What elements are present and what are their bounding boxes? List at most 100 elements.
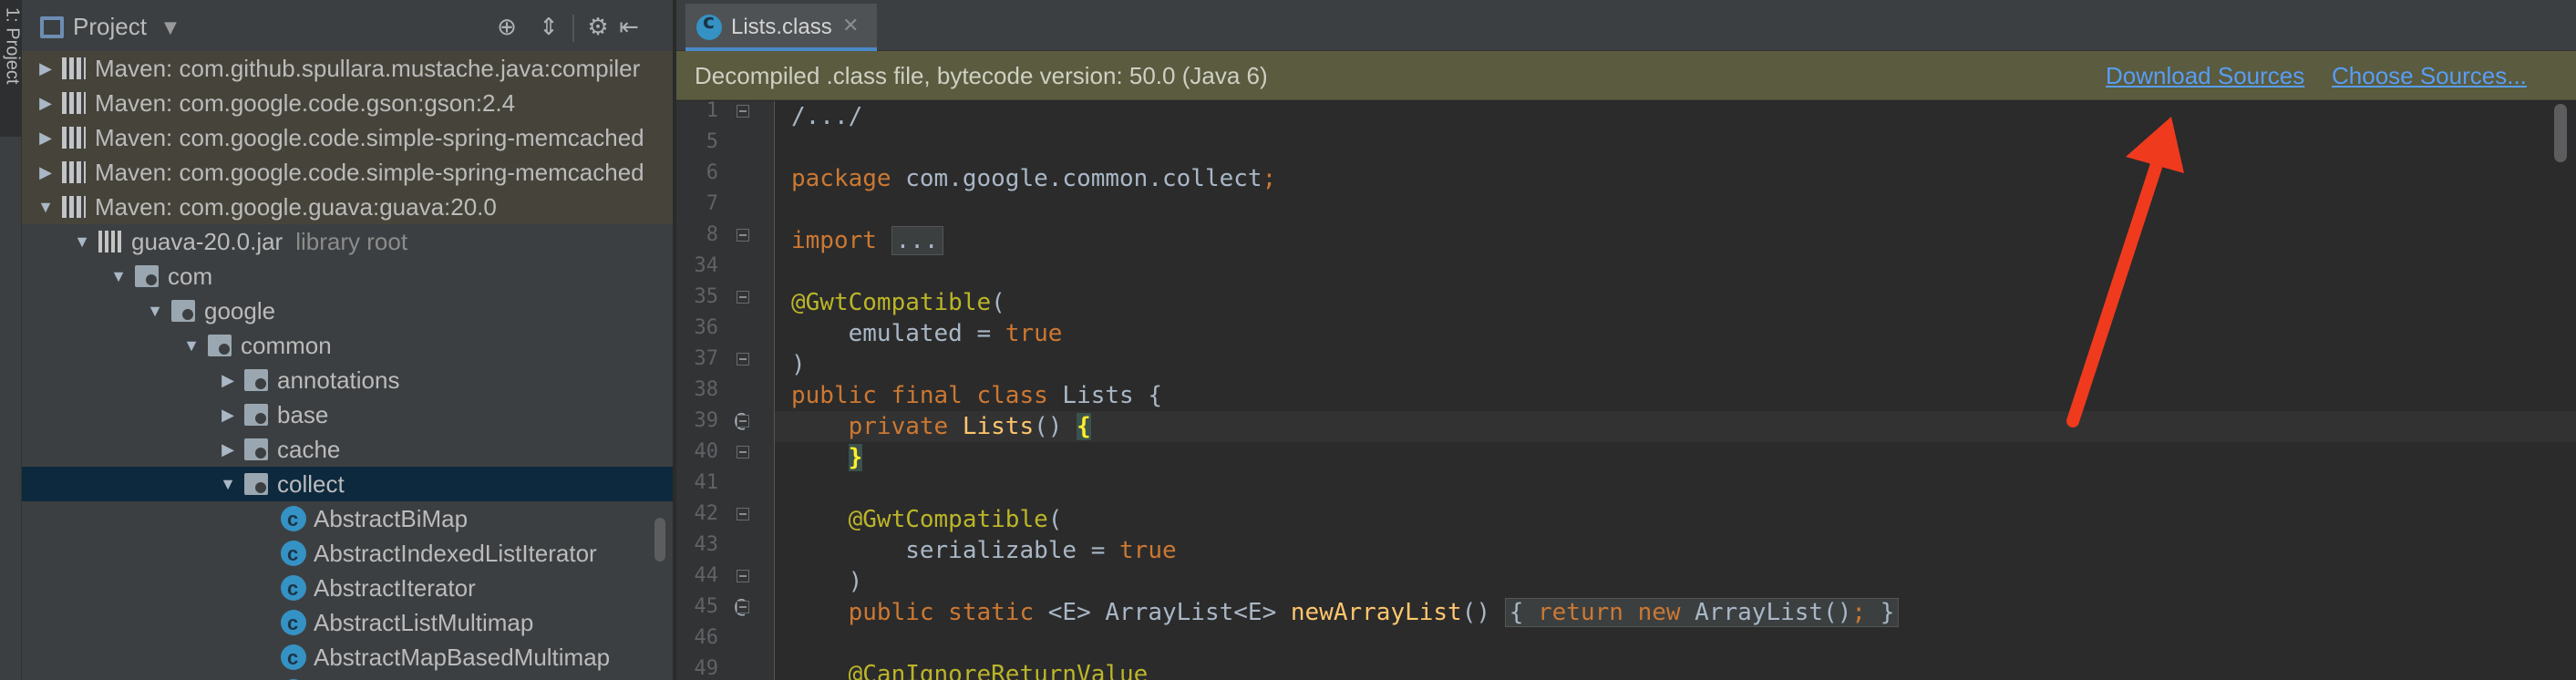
- header-divider: [572, 15, 574, 42]
- project-folder-icon: [40, 16, 64, 38]
- library-icon: [98, 231, 122, 252]
- tree-item-library[interactable]: ▶ Maven: com.google.code.simple-spring-me…: [22, 120, 673, 155]
- gear-icon[interactable]: ⚙: [583, 13, 613, 42]
- tree-item-label: cache: [277, 436, 341, 463]
- line-number: 38: [694, 378, 719, 401]
- fold-toggle-icon[interactable]: [737, 105, 749, 118]
- editor-tab-bar: Lists.class ✕: [676, 0, 2576, 51]
- fold-toggle-icon[interactable]: [737, 446, 749, 458]
- tree-item-label: google: [204, 297, 276, 325]
- code-view[interactable]: /.../ package com.google.common.collect;…: [775, 101, 2576, 680]
- line-number: 40: [694, 440, 719, 463]
- collapse-arrow-icon[interactable]: ▶: [219, 363, 237, 397]
- tree-item-label: Maven: com.google.code.simple-spring-mem…: [95, 159, 644, 186]
- collapse-arrow-icon[interactable]: ▶: [219, 397, 237, 432]
- tree-item-package[interactable]: ▶ cache: [22, 432, 673, 467]
- line-number: 7: [706, 192, 718, 215]
- download-sources-link[interactable]: Download Sources: [2106, 62, 2304, 90]
- collapse-arrow-icon[interactable]: ▶: [36, 51, 55, 86]
- fold-toggle-icon[interactable]: [737, 601, 749, 613]
- tree-item-class[interactable]: AbstractBiMap: [22, 501, 673, 537]
- tree-item-label: AbstractMapBasedMultimap: [314, 644, 611, 671]
- expand-arrow-icon[interactable]: ▼: [182, 328, 201, 363]
- library-icon: [62, 161, 86, 183]
- tree-item-library[interactable]: ▼ guava-20.0.jar library root: [22, 224, 673, 259]
- line-number: 1: [706, 99, 718, 122]
- expand-arrow-icon[interactable]: ▼: [146, 294, 164, 328]
- tree-item-package[interactable]: ▶ base: [22, 397, 673, 432]
- collapse-arrow-icon[interactable]: ▶: [36, 86, 55, 120]
- fold-toggle-icon[interactable]: [737, 229, 749, 242]
- close-icon[interactable]: ✕: [842, 15, 859, 37]
- tree-item-class[interactable]: AbstractIterator: [22, 571, 673, 606]
- library-icon: [62, 57, 86, 79]
- code-line: @GwtCompatible(: [791, 506, 1063, 533]
- tree-item-package[interactable]: ▼ com: [22, 259, 673, 294]
- tab-lists-class[interactable]: Lists.class ✕: [685, 4, 877, 51]
- package-icon: [244, 404, 268, 426]
- expand-arrow-icon[interactable]: ▼: [36, 190, 55, 224]
- fold-toggle-icon[interactable]: [737, 508, 749, 520]
- choose-sources-link[interactable]: Choose Sources...: [2332, 62, 2527, 90]
- tree-item-package[interactable]: ▼ collect: [22, 467, 673, 501]
- project-panel-title[interactable]: Project: [73, 13, 147, 41]
- tree-item-label: Maven: com.google.code.gson:gson:2.4: [95, 89, 516, 117]
- library-root-hint: library root: [295, 228, 408, 255]
- tree-item-label: com: [168, 263, 213, 290]
- fold-toggle-icon[interactable]: [737, 415, 749, 428]
- editor-scrollbar[interactable]: [2554, 104, 2567, 162]
- class-file-icon: [696, 11, 722, 40]
- chevron-down-icon[interactable]: ▼: [164, 18, 177, 37]
- tree-item-library[interactable]: ▶ Maven: com.github.spullara.mustache.jav…: [22, 51, 673, 86]
- library-icon: [62, 127, 86, 149]
- locate-target-icon[interactable]: ⊕: [492, 13, 521, 42]
- folded-imports[interactable]: ...: [891, 226, 943, 255]
- line-number: 41: [694, 471, 719, 494]
- tree-item-library[interactable]: ▶ Maven: com.google.code.gson:gson:2.4: [22, 86, 673, 120]
- tree-item-library[interactable]: ▼ Maven: com.google.guava:guava:20.0: [22, 190, 673, 224]
- tree-item-package[interactable]: ▶ annotations: [22, 363, 673, 397]
- code-line: import ...: [791, 225, 943, 256]
- expand-arrow-icon[interactable]: ▼: [73, 224, 91, 259]
- library-icon: [62, 92, 86, 114]
- fold-toggle-icon[interactable]: [737, 291, 749, 304]
- code-line: public final class Lists {: [791, 382, 1162, 409]
- code-line: package com.google.common.collect;: [791, 165, 1277, 192]
- project-tool-tab-label: 1: Project: [2, 7, 23, 85]
- tree-item-label: AbstractBiMap: [314, 505, 469, 532]
- fold-toggle-icon[interactable]: [737, 353, 749, 366]
- code-line: ): [791, 568, 863, 595]
- expand-arrow-icon[interactable]: ▼: [109, 259, 128, 294]
- collapse-arrow-icon[interactable]: ▶: [36, 120, 55, 155]
- library-icon: [62, 196, 86, 218]
- collapse-arrow-icon[interactable]: ▶: [36, 155, 55, 190]
- tree-item-package[interactable]: ▼ common: [22, 328, 673, 363]
- code-line: @CanIgnoreReturnValue: [791, 661, 1149, 680]
- class-icon: [281, 606, 306, 641]
- expand-arrow-icon[interactable]: ▼: [219, 467, 237, 501]
- hide-panel-icon[interactable]: ⇤: [614, 13, 644, 42]
- package-icon: [244, 369, 268, 391]
- tree-item-label: collect: [277, 470, 345, 498]
- folded-method-body[interactable]: { return new ArrayList(); }: [1504, 598, 1900, 627]
- project-tree: ▶ Maven: com.github.spullara.mustache.jav…: [22, 51, 673, 680]
- tree-item-label: AbstractIterator: [314, 574, 476, 602]
- tree-item-class[interactable]: AbstractMapBasedMultiset: [22, 675, 673, 680]
- project-tool-tab[interactable]: 1: Project: [0, 0, 23, 137]
- banner-message: Decompiled .class file, bytecode version…: [695, 62, 1268, 89]
- tree-item-label: guava-20.0.jar library root: [131, 228, 408, 255]
- collapse-arrow-icon[interactable]: ▶: [219, 432, 237, 467]
- tree-item-class[interactable]: AbstractListMultimap: [22, 605, 673, 641]
- line-number: 39: [694, 409, 719, 432]
- collapse-all-icon[interactable]: ⇕: [534, 13, 563, 42]
- line-number: 46: [694, 626, 719, 649]
- project-tree-scrollbar[interactable]: [654, 518, 665, 562]
- tree-item-class[interactable]: AbstractIndexedListIterator: [22, 536, 673, 572]
- tree-item-package[interactable]: ▼ google: [22, 294, 673, 328]
- fold-toggle-icon[interactable]: [737, 570, 749, 582]
- line-number: 6: [706, 161, 718, 184]
- tree-item-label: AbstractIndexedListIterator: [314, 540, 597, 567]
- tree-item-library[interactable]: ▶ Maven: com.google.code.simple-spring-me…: [22, 155, 673, 190]
- code-line: emulated = true: [791, 320, 1063, 347]
- tree-item-class[interactable]: AbstractMapBasedMultimap: [22, 640, 673, 675]
